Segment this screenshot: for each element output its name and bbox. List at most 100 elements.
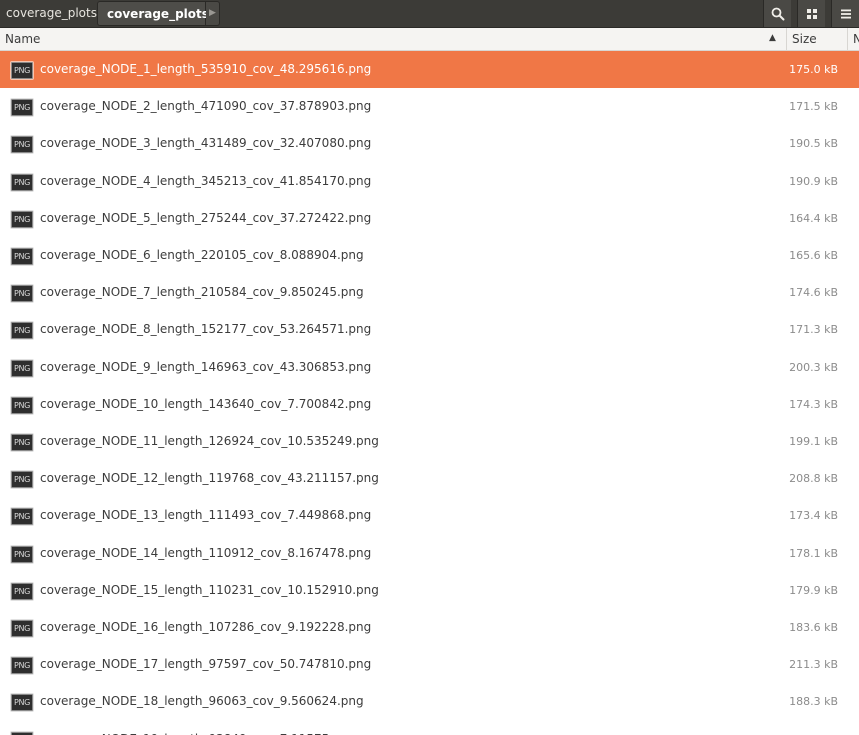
- file-size: 200.3 kB: [789, 360, 838, 374]
- file-icon-label: PNG: [13, 66, 31, 75]
- sort-ascending-icon: ▲: [769, 33, 776, 43]
- png-file-icon: PNG: [11, 434, 33, 451]
- file-name: coverage_NODE_13_length_111493_cov_7.449…: [40, 508, 372, 523]
- file-name: coverage_NODE_6_length_220105_cov_8.0889…: [40, 248, 364, 262]
- file-row[interactable]: PNG coverage_NODE_19_length_93849_cov_7.1…: [0, 721, 859, 735]
- file-size: 208.8 kB: [789, 472, 838, 486]
- png-file-icon: PNG: [11, 396, 33, 414]
- png-file-icon: PNG: [11, 657, 33, 675]
- file-row[interactable]: PNG coverage_NODE_13_length_111493_cov_7.…: [0, 497, 859, 534]
- png-file-icon: PNG: [11, 136, 33, 154]
- grid-view-button[interactable]: [797, 0, 825, 27]
- png-file-icon: PNG: [11, 173, 33, 191]
- png-file-icon: PNG: [11, 545, 33, 563]
- column-divider[interactable]: [847, 28, 848, 50]
- file-row[interactable]: PNG coverage_NODE_10_length_143640_cov_7.…: [0, 386, 859, 423]
- png-file-icon: PNG: [11, 508, 33, 526]
- search-button[interactable]: [763, 0, 791, 27]
- breadcrumb-parent[interactable]: coverage_plots: [0, 1, 97, 26]
- file-icon-label: PNG: [13, 252, 31, 261]
- png-file-icon: PNG: [11, 582, 33, 600]
- column-size-header[interactable]: Size: [792, 32, 817, 46]
- png-file-icon: PNG: [11, 694, 33, 712]
- file-icon-label: PNG: [13, 177, 31, 187]
- file-list: PNG coverage_NODE_1_length_535910_cov_48.…: [0, 51, 859, 735]
- file-size: 199.1 kB: [789, 435, 838, 448]
- file-name: coverage_NODE_4_length_345213_cov_41.854…: [40, 173, 372, 188]
- file-icon-label: PNG: [13, 400, 31, 410]
- file-row[interactable]: PNG coverage_NODE_9_length_146963_cov_43.…: [0, 349, 859, 386]
- breadcrumb-current[interactable]: coverage_plots: [97, 1, 209, 26]
- file-size: 178.1 kB: [789, 546, 838, 560]
- file-name: coverage_NODE_8_length_152177_cov_53.264…: [40, 322, 372, 337]
- file-size: 174.6 kB: [789, 286, 838, 300]
- png-file-icon: PNG: [11, 620, 33, 637]
- file-row[interactable]: PNG coverage_NODE_1_length_535910_cov_48.…: [0, 51, 859, 88]
- file-size: 190.9 kB: [789, 174, 838, 188]
- file-name: coverage_NODE_9_length_146963_cov_43.306…: [40, 359, 372, 374]
- file-row[interactable]: PNG coverage_NODE_2_length_471090_cov_37.…: [0, 88, 859, 125]
- file-row[interactable]: PNG coverage_NODE_7_length_210584_cov_9.8…: [0, 274, 859, 311]
- file-size: 165.6 kB: [789, 249, 838, 262]
- file-icon-label: PNG: [13, 363, 31, 373]
- file-row[interactable]: PNG coverage_NODE_5_length_275244_cov_37.…: [0, 200, 859, 237]
- menu-button[interactable]: [831, 0, 859, 27]
- file-icon-label: PNG: [13, 438, 31, 447]
- file-icon-label: PNG: [13, 698, 31, 708]
- file-size: 190.5 kB: [789, 137, 838, 151]
- png-file-icon: PNG: [11, 285, 33, 303]
- file-row[interactable]: PNG coverage_NODE_18_length_96063_cov_9.5…: [0, 683, 859, 720]
- search-icon: [771, 7, 784, 20]
- file-name: coverage_NODE_7_length_210584_cov_9.8502…: [40, 285, 364, 300]
- file-size: 174.3 kB: [789, 397, 838, 411]
- file-name: coverage_NODE_5_length_275244_cov_37.272…: [40, 210, 372, 225]
- column-header: Name ▲ Size N: [0, 28, 859, 51]
- file-row[interactable]: PNG coverage_NODE_14_length_110912_cov_8.…: [0, 535, 859, 572]
- column-divider[interactable]: [786, 28, 787, 50]
- file-row[interactable]: PNG coverage_NODE_11_length_126924_cov_10…: [0, 423, 859, 460]
- file-icon-label: PNG: [13, 586, 31, 596]
- file-name: coverage_NODE_10_length_143640_cov_7.700…: [40, 396, 372, 411]
- file-icon-label: PNG: [13, 549, 31, 559]
- png-file-icon: PNG: [11, 322, 33, 340]
- file-row[interactable]: PNG coverage_NODE_8_length_152177_cov_53.…: [0, 311, 859, 348]
- column-extra-header[interactable]: N: [853, 32, 859, 46]
- file-icon-label: PNG: [13, 475, 31, 485]
- file-size: 188.3 kB: [789, 695, 838, 709]
- column-name-header[interactable]: Name: [5, 32, 40, 46]
- file-row[interactable]: PNG coverage_NODE_12_length_119768_cov_43…: [0, 460, 859, 497]
- file-name: coverage_NODE_17_length_97597_cov_50.747…: [40, 657, 372, 672]
- png-file-icon: PNG: [11, 99, 33, 117]
- file-size: 173.4 kB: [789, 509, 838, 523]
- file-row[interactable]: PNG coverage_NODE_16_length_107286_cov_9.…: [0, 609, 859, 646]
- file-icon-label: PNG: [13, 326, 31, 336]
- file-name: coverage_NODE_16_length_107286_cov_9.192…: [40, 620, 372, 634]
- file-size: 171.5 kB: [789, 100, 838, 114]
- file-row[interactable]: PNG coverage_NODE_17_length_97597_cov_50.…: [0, 646, 859, 683]
- file-name: coverage_NODE_12_length_119768_cov_43.21…: [40, 471, 379, 486]
- png-file-icon: PNG: [11, 471, 33, 489]
- file-row[interactable]: PNG coverage_NODE_6_length_220105_cov_8.0…: [0, 237, 859, 274]
- file-name: coverage_NODE_3_length_431489_cov_32.407…: [40, 136, 372, 151]
- file-row[interactable]: PNG coverage_NODE_15_length_110231_cov_10…: [0, 572, 859, 609]
- file-name: coverage_NODE_14_length_110912_cov_8.167…: [40, 545, 372, 560]
- triangle-right-icon: ▶: [209, 8, 216, 18]
- png-file-icon: PNG: [11, 731, 33, 735]
- breadcrumb-forward-button[interactable]: ▶: [206, 1, 220, 26]
- file-size: 179.9 kB: [789, 583, 838, 597]
- path-bar: coverage_plots coverage_plots ▶: [0, 0, 859, 28]
- file-name: coverage_NODE_11_length_126924_cov_10.53…: [40, 434, 379, 448]
- file-row[interactable]: PNG coverage_NODE_4_length_345213_cov_41.…: [0, 163, 859, 200]
- file-size: 164.4 kB: [789, 211, 838, 225]
- png-file-icon: PNG: [11, 248, 33, 265]
- file-size: 175.0 kB: [789, 63, 838, 76]
- file-row[interactable]: PNG coverage_NODE_3_length_431489_cov_32.…: [0, 125, 859, 162]
- file-name: coverage_NODE_19_length_93849_cov_7.1157…: [40, 732, 356, 735]
- file-size: 183.6 kB: [789, 621, 838, 634]
- file-icon-label: PNG: [13, 214, 31, 224]
- png-file-icon: PNG: [11, 210, 33, 228]
- file-size: 211.3 kB: [789, 658, 838, 672]
- file-name: coverage_NODE_1_length_535910_cov_48.295…: [40, 62, 372, 76]
- file-size: 171.3 kB: [789, 323, 838, 337]
- file-icon-label: PNG: [13, 140, 31, 150]
